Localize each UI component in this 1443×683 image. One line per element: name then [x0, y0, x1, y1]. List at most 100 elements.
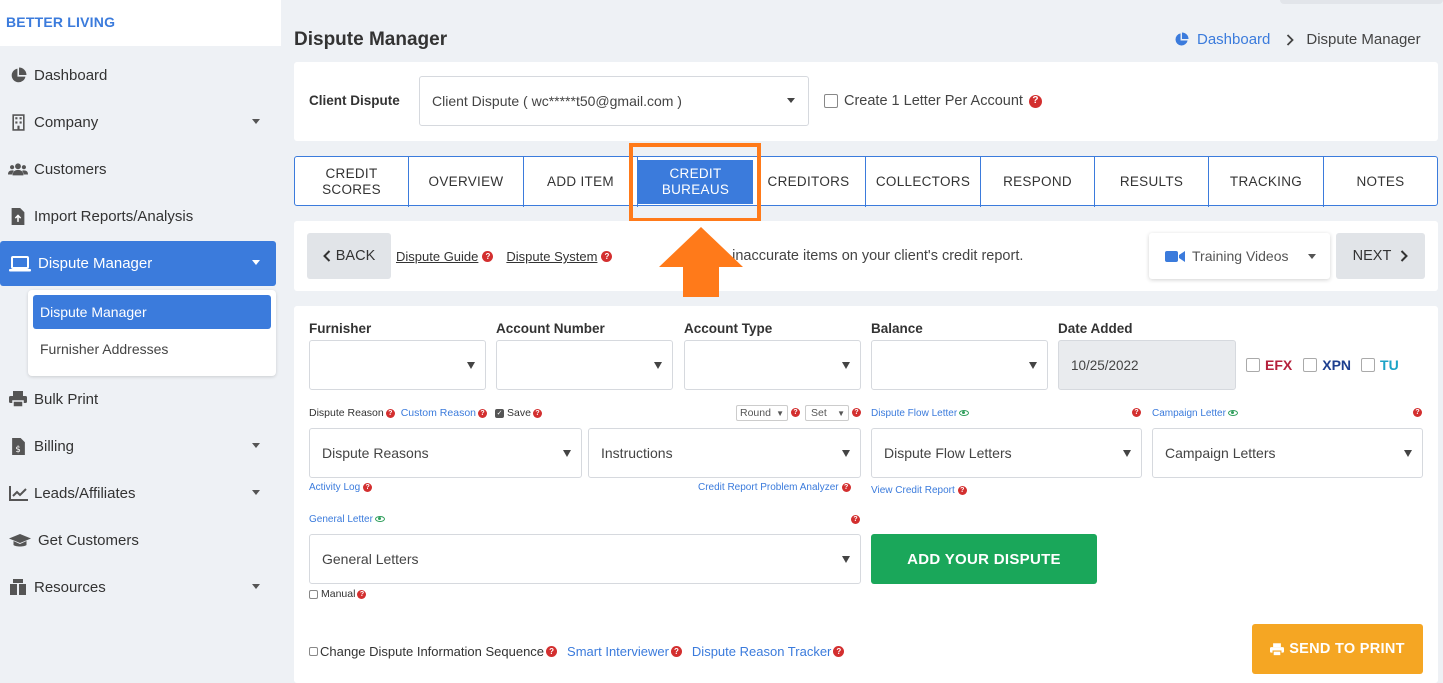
instructions-select[interactable]: Instructions [588, 428, 861, 478]
xpn-label: XPN [1322, 357, 1352, 373]
dispute-system-link[interactable]: Dispute System [506, 249, 597, 264]
view-credit-report-link[interactable]: View Credit Report [871, 485, 955, 496]
back-button[interactable]: BACK [307, 233, 391, 279]
eye-icon[interactable] [959, 410, 970, 417]
toolbar-message: e inaccurate items on your client's cred… [720, 248, 1024, 264]
next-label: NEXT [1352, 248, 1392, 264]
nav-bulk-print[interactable]: Bulk Print [0, 377, 276, 421]
nav-label: Import Reports/Analysis [34, 207, 194, 225]
tab-results[interactable]: RESULTS [1095, 157, 1209, 207]
help-icon[interactable]: ? [833, 646, 845, 657]
help-icon[interactable]: ? [363, 483, 373, 492]
add-dispute-button[interactable]: ADD YOUR DISPUTE [871, 534, 1097, 584]
chevron-down-icon [252, 584, 260, 589]
help-icon[interactable]: ? [670, 646, 682, 657]
eye-icon[interactable] [374, 516, 385, 523]
training-videos-dropdown[interactable]: Training Videos [1149, 233, 1330, 279]
file-import-icon [8, 206, 28, 226]
submenu-dispute-manager[interactable]: Dispute Manager [33, 295, 271, 329]
page-title: Dispute Manager [294, 29, 448, 50]
client-dispute-label: Client Dispute [309, 93, 400, 108]
round-value: Round [740, 407, 771, 419]
xpn-checkbox[interactable] [1303, 358, 1318, 372]
help-icon[interactable]: ? [546, 646, 558, 657]
save-checkbox[interactable]: ✓ [495, 408, 505, 418]
smart-interviewer-link[interactable]: Smart Interviewer [567, 644, 669, 659]
furnisher-select[interactable] [309, 340, 486, 390]
nav-billing[interactable]: $ Billing [0, 424, 276, 468]
eye-icon[interactable] [1227, 410, 1238, 417]
send-to-print-button[interactable]: SEND TO PRINT [1252, 624, 1423, 674]
next-button[interactable]: NEXT [1336, 233, 1425, 279]
tu-checkbox[interactable] [1361, 358, 1376, 372]
nav-dashboard[interactable]: Dashboard [0, 53, 276, 97]
chevron-down-icon [252, 443, 260, 448]
custom-reason-link[interactable]: Custom Reason [401, 407, 476, 419]
help-icon[interactable]: ? [841, 483, 851, 492]
tab-creditors[interactable]: CREDITORS [752, 157, 866, 207]
help-icon[interactable]: ? [482, 251, 494, 262]
manual-label: Manual [321, 588, 356, 600]
round-select[interactable]: Round ▼ [736, 405, 788, 421]
nav-leads-affiliates[interactable]: Leads/Affiliates [0, 471, 276, 515]
chevron-right-icon [1401, 250, 1409, 262]
help-icon[interactable]: ? [1132, 408, 1141, 417]
help-icon[interactable]: ? [478, 408, 488, 418]
help-icon[interactable]: ? [1413, 408, 1422, 417]
help-icon[interactable]: ? [532, 408, 542, 418]
nav-company[interactable]: Company [0, 100, 276, 144]
account-number-select[interactable] [496, 340, 673, 390]
tab-collectors[interactable]: COLLECTORS [866, 157, 981, 207]
help-icon[interactable]: ? [385, 408, 395, 418]
balance-select[interactable] [871, 340, 1048, 390]
client-dispute-select[interactable]: Client Dispute ( wc*****t50@gmail.com ) [419, 76, 809, 126]
tab-respond[interactable]: RESPOND [981, 157, 1095, 207]
help-icon[interactable]: ? [852, 408, 861, 417]
help-icon[interactable]: ? [791, 408, 800, 417]
one-letter-checkbox[interactable] [824, 94, 838, 108]
change-sequence-checkbox[interactable] [309, 647, 318, 656]
building-icon [8, 112, 28, 132]
dispute-reason-tracker-link[interactable]: Dispute Reason Tracker [692, 644, 831, 659]
dispute-guide-link[interactable]: Dispute Guide [396, 249, 478, 264]
dispute-reasons-select[interactable]: Dispute Reasons [309, 428, 582, 478]
change-sequence-label: Change Dispute Information Sequence [320, 644, 545, 659]
tab-tracking[interactable]: TRACKING [1209, 157, 1324, 207]
set-select[interactable]: Set ▼ [805, 405, 849, 421]
tab-add-item[interactable]: ADD ITEM [524, 157, 638, 207]
help-icon[interactable]: ? [1028, 94, 1042, 108]
account-type-label: Account Type [684, 321, 773, 336]
brand-logo[interactable]: BETTER LIVING [0, 0, 281, 46]
manual-checkbox[interactable] [309, 589, 318, 599]
view-report-row: View Credit Report? [871, 485, 967, 496]
breadcrumb-dashboard-link[interactable]: Dashboard [1197, 31, 1270, 48]
nav-resources[interactable]: Resources [0, 565, 276, 609]
chevron-down-icon [842, 556, 850, 563]
account-type-select[interactable] [684, 340, 861, 390]
guide-links: Dispute Guide ? Dispute System ? [396, 249, 613, 264]
help-icon[interactable]: ? [357, 589, 367, 599]
nav-import-reports[interactable]: Import Reports/Analysis [0, 194, 276, 238]
dispute-flow-letter-label: Dispute Flow Letter [871, 408, 970, 419]
activity-log-link[interactable]: Activity Log [309, 482, 360, 493]
help-icon[interactable]: ? [851, 515, 860, 524]
nav-label: Customers [34, 160, 107, 178]
tab-notes[interactable]: NOTES [1324, 157, 1437, 207]
nav-customers[interactable]: Customers [0, 147, 276, 191]
printer-icon [8, 389, 28, 409]
help-icon[interactable]: ? [957, 486, 967, 495]
tab-credit-scores[interactable]: CREDIT SCORES [295, 157, 409, 207]
tab-overview[interactable]: OVERVIEW [409, 157, 524, 207]
help-icon[interactable]: ? [601, 251, 613, 262]
campaign-letters-select[interactable]: Campaign Letters [1152, 428, 1423, 478]
general-letters-select[interactable]: General Letters [309, 534, 861, 584]
dispute-flow-letters-select[interactable]: Dispute Flow Letters [871, 428, 1142, 478]
furnisher-label: Furnisher [309, 321, 372, 336]
credit-report-analyzer-link[interactable]: Credit Report Problem Analyzer [698, 482, 839, 493]
submenu-furnisher-addresses[interactable]: Furnisher Addresses [33, 332, 271, 366]
chevron-down-icon [1123, 450, 1131, 457]
nav-get-customers[interactable]: Get Customers [0, 518, 276, 562]
date-added-input[interactable]: 10/25/2022 [1058, 340, 1236, 390]
efx-checkbox[interactable] [1246, 358, 1260, 372]
nav-dispute-manager[interactable]: Dispute Manager [0, 241, 276, 286]
